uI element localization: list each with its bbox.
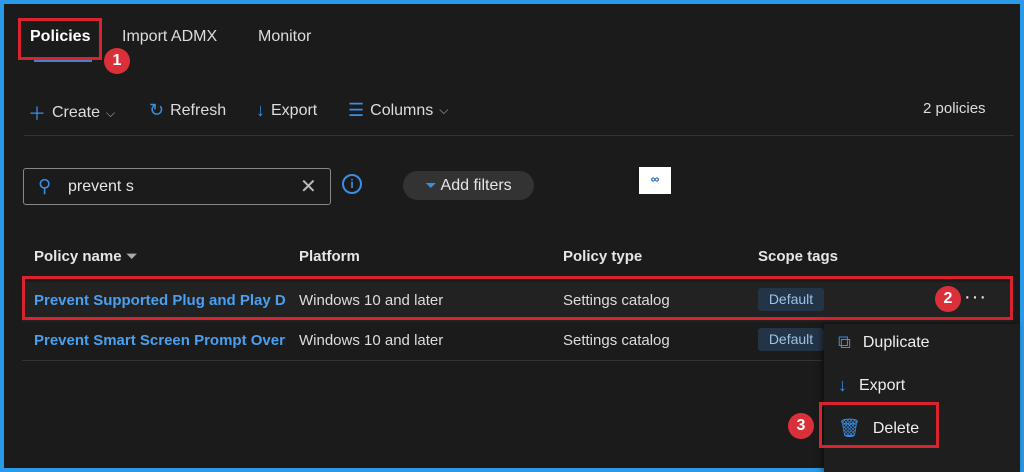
export-label: Export <box>271 101 318 119</box>
filter-icon: ⏷ <box>425 177 437 193</box>
create-label: Create <box>52 104 101 121</box>
info-icon[interactable]: i <box>342 174 362 194</box>
search-icon: ⚲ <box>38 176 52 196</box>
tab-import-admx[interactable]: Import ADMX <box>122 28 217 46</box>
clear-icon[interactable]: ✕ <box>300 174 317 199</box>
step-badge: 1 <box>104 48 130 74</box>
header-scope-tags[interactable]: Scope tags <box>758 248 838 265</box>
header-policy-type[interactable]: Policy type <box>563 248 642 265</box>
logo-icon: ∞ <box>639 167 671 194</box>
step-badge: 2 <box>935 286 961 312</box>
highlight-box <box>22 276 1013 320</box>
export-button[interactable]: ↓ Export <box>256 100 317 121</box>
tab-monitor[interactable]: Monitor <box>258 28 311 46</box>
columns-button[interactable]: ☰ Columns ⌵ <box>348 100 448 121</box>
columns-icon: ☰ <box>348 100 365 120</box>
menu-item-export[interactable]: ↓ Export <box>838 375 905 396</box>
policy-type-cell: Settings catalog <box>563 332 670 349</box>
filter-icon: ⏷ <box>125 248 138 265</box>
active-tab-indicator <box>34 60 92 62</box>
highlight-box <box>819 402 939 448</box>
policies-panel: Policies Import ADMX Monitor 1 ＋ Create ⌵ … <box>4 4 1020 472</box>
divider <box>22 360 822 361</box>
download-icon: ↓ <box>838 375 847 395</box>
menu-item-duplicate[interactable]: ⧉ Duplicate <box>838 332 930 353</box>
highlight-box <box>18 18 102 60</box>
chevron-down-icon: ⌵ <box>439 103 449 117</box>
copy-icon: ⧉ <box>838 332 851 352</box>
columns-label: Columns <box>370 101 434 119</box>
header-platform[interactable]: Platform <box>299 248 360 265</box>
header-policy-name[interactable]: Policy name ⏷ <box>34 248 138 265</box>
add-filters-label: Add filters <box>440 176 512 194</box>
duplicate-label: Duplicate <box>862 333 930 351</box>
refresh-button[interactable]: ↻ Refresh <box>149 100 226 121</box>
policy-name-link[interactable]: Prevent Smart Screen Prompt Override <box>34 332 286 349</box>
refresh-icon: ↻ <box>149 100 165 120</box>
search-input[interactable]: ⚲ prevent s ✕ <box>23 168 331 205</box>
create-button[interactable]: ＋ Create ⌵ <box>28 100 115 126</box>
refresh-label: Refresh <box>170 101 227 119</box>
platform-cell: Windows 10 and later <box>299 332 444 349</box>
context-menu: ⧉ Duplicate ↓ Export 🗑 Delete <box>824 324 1020 472</box>
add-filters-button[interactable]: ⏷ Add filters <box>403 171 534 200</box>
divider <box>24 135 1014 136</box>
step-badge: 3 <box>788 413 814 439</box>
search-value: prevent s <box>68 178 134 195</box>
plus-icon: ＋ <box>28 104 46 124</box>
scope-tag: Default <box>758 328 824 351</box>
policy-count: 2 policies <box>923 100 986 117</box>
export-label: Export <box>859 376 906 394</box>
download-icon: ↓ <box>256 100 265 120</box>
chevron-down-icon: ⌵ <box>106 105 116 120</box>
